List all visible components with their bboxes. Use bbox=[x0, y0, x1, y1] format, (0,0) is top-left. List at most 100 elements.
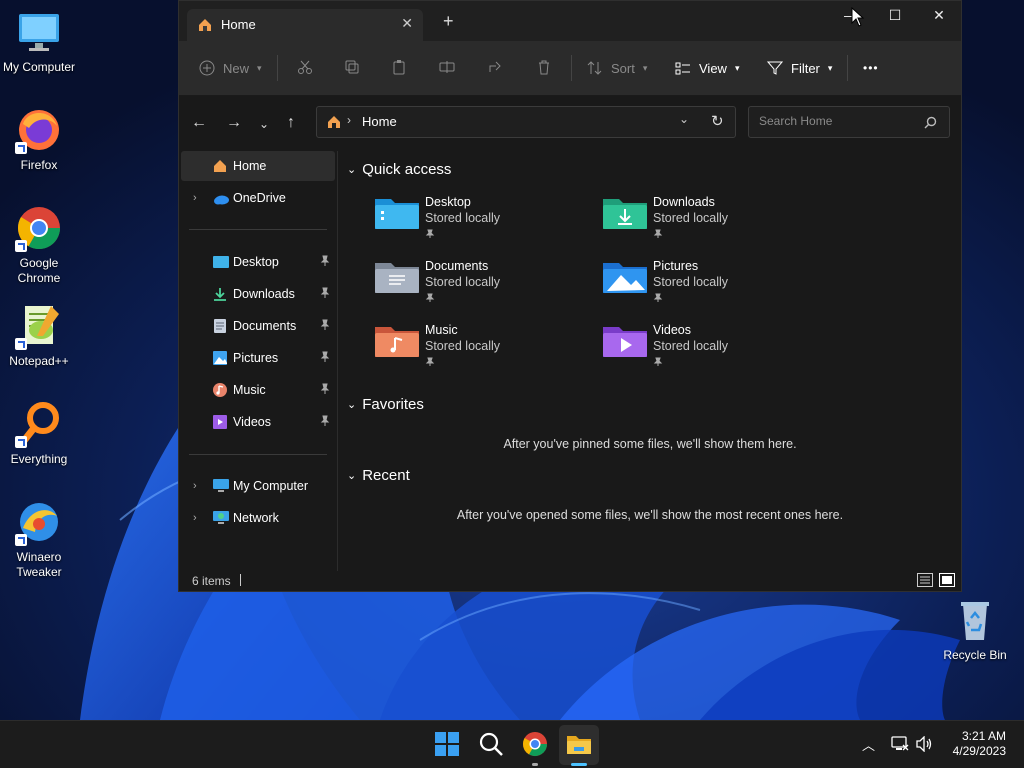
desktop-icon-notepad-plus-plus[interactable]: Notepad++ bbox=[0, 302, 78, 369]
cut-icon[interactable] bbox=[297, 59, 313, 77]
folder-status: Stored locally bbox=[653, 339, 729, 353]
favorites-empty-message: After you've pinned some files, we'll sh… bbox=[503, 437, 797, 451]
sidebar-item-home[interactable]: Home bbox=[181, 151, 335, 181]
search-icon bbox=[924, 116, 937, 129]
chevron-right-icon[interactable]: › bbox=[193, 192, 197, 204]
folder-name: Documents bbox=[425, 259, 489, 273]
start-windows-icon[interactable] bbox=[433, 730, 461, 758]
refresh-icon[interactable]: ↻ bbox=[711, 112, 724, 130]
desktop-icon-label: My Computer bbox=[2, 60, 76, 74]
chevron-down-icon: ⌄ bbox=[347, 164, 357, 176]
sidebar-item-my-computer[interactable]: › My Computer bbox=[181, 471, 335, 501]
more-options-button[interactable]: ••• bbox=[863, 59, 879, 77]
new-tab-button[interactable]: + bbox=[443, 12, 454, 30]
tiles-view-icon[interactable] bbox=[939, 573, 955, 587]
desktop-icon-label: Notepad++ bbox=[9, 354, 69, 368]
file-explorer-window: Home ✕ + — ☐ ✕ New ▾ Sort ▾ View ▾ Filte… bbox=[178, 0, 962, 592]
pin-icon[interactable] bbox=[319, 383, 331, 395]
quick-access-item-pictures[interactable]: Pictures Stored locally bbox=[603, 259, 823, 319]
sidebar-item-music[interactable]: Music bbox=[181, 375, 335, 405]
quick-access-item-videos[interactable]: Videos Stored locally bbox=[603, 323, 823, 383]
rename-icon[interactable] bbox=[439, 59, 455, 77]
copy-icon[interactable] bbox=[344, 59, 360, 77]
recent-empty-message: After you've opened some files, we'll sh… bbox=[456, 508, 844, 522]
desktop-icon-recycle-bin[interactable]: Recycle Bin bbox=[936, 596, 1014, 663]
sidebar-item-desktop[interactable]: Desktop bbox=[181, 247, 335, 277]
view-button[interactable]: View ▾ bbox=[675, 59, 739, 77]
pin-icon[interactable] bbox=[319, 255, 331, 267]
mouse-cursor-icon bbox=[851, 7, 865, 27]
pin-icon bbox=[425, 229, 435, 238]
volume-icon[interactable] bbox=[916, 736, 934, 752]
desktop-folder-icon bbox=[213, 256, 229, 268]
sidebar-item-onedrive[interactable]: › OneDrive bbox=[181, 183, 335, 213]
folder-name: Downloads bbox=[653, 195, 715, 209]
pin-icon bbox=[653, 293, 663, 302]
details-view-icon[interactable] bbox=[917, 573, 933, 587]
search-input[interactable] bbox=[757, 113, 921, 129]
folder-name: Music bbox=[425, 323, 458, 337]
sidebar-item-pictures[interactable]: Pictures bbox=[181, 343, 335, 373]
file-explorer-taskbar-icon[interactable] bbox=[565, 730, 593, 758]
filter-button[interactable]: Filter ▾ bbox=[767, 59, 832, 77]
address-bar[interactable]: › Home ⌄ ↻ bbox=[316, 106, 736, 138]
chevron-right-icon[interactable]: › bbox=[193, 480, 197, 492]
navigation-pane: Home › OneDrive Desktop Downloads Docume… bbox=[179, 151, 338, 571]
pictures-folder-icon bbox=[603, 263, 647, 293]
sidebar-item-network[interactable]: › Network bbox=[181, 503, 335, 533]
quick-access-item-desktop[interactable]: Desktop Stored locally bbox=[375, 195, 595, 255]
show-hidden-icons-chevron-icon[interactable]: ︿ bbox=[862, 735, 875, 754]
desktop-icon-google-chrome[interactable]: Google Chrome bbox=[0, 204, 78, 286]
pin-icon[interactable] bbox=[319, 319, 331, 331]
recent-header[interactable]: ⌄ Recent bbox=[347, 467, 410, 484]
pin-icon[interactable] bbox=[319, 287, 331, 299]
sidebar-item-label: Network bbox=[233, 511, 279, 525]
chevron-down-icon: ▾ bbox=[827, 62, 833, 73]
document-icon bbox=[214, 319, 226, 333]
forward-arrow-icon[interactable]: → bbox=[226, 114, 242, 132]
quick-access-item-music[interactable]: Music Stored locally bbox=[375, 323, 595, 383]
sidebar-item-downloads[interactable]: Downloads bbox=[181, 279, 335, 309]
sidebar-item-documents[interactable]: Documents bbox=[181, 311, 335, 341]
sort-icon bbox=[587, 61, 602, 75]
folder-status: Stored locally bbox=[653, 275, 729, 289]
up-arrow-icon[interactable]: ↑ bbox=[287, 114, 295, 132]
navigation-bar: ← → ⌄ ↑ › Home ⌄ ↻ bbox=[179, 96, 961, 151]
delete-icon[interactable] bbox=[536, 59, 552, 77]
sort-button[interactable]: Sort ▾ bbox=[587, 59, 647, 77]
chevron-down-icon: ▾ bbox=[642, 62, 648, 73]
chevron-right-icon[interactable]: › bbox=[193, 512, 197, 524]
desktop-icon-firefox[interactable]: Firefox bbox=[0, 106, 78, 173]
sidebar-item-label: Pictures bbox=[233, 351, 279, 365]
close-button[interactable]: ✕ bbox=[919, 7, 959, 27]
network-status-icon[interactable] bbox=[891, 736, 909, 752]
pin-icon bbox=[653, 357, 663, 366]
back-arrow-icon[interactable]: ← bbox=[191, 114, 207, 132]
recent-locations-chevron-icon[interactable]: ⌄ bbox=[259, 117, 269, 131]
search-box[interactable] bbox=[748, 106, 950, 138]
close-tab-icon[interactable]: ✕ bbox=[401, 15, 413, 32]
maximize-button[interactable]: ☐ bbox=[875, 7, 915, 27]
sidebar-item-videos[interactable]: Videos bbox=[181, 407, 335, 437]
chrome-taskbar-icon[interactable] bbox=[521, 730, 549, 758]
desktop-icon-label: Google Chrome bbox=[17, 256, 61, 285]
new-button[interactable]: New ▾ bbox=[199, 59, 262, 77]
address-dropdown-icon[interactable]: ⌄ bbox=[679, 112, 689, 126]
desktop-icon-winaero-tweaker[interactable]: Winaero Tweaker bbox=[0, 498, 78, 580]
tab-home[interactable]: Home ✕ bbox=[187, 9, 423, 41]
quick-access-item-downloads[interactable]: Downloads Stored locally bbox=[603, 195, 823, 255]
section-title: Favorites bbox=[362, 396, 424, 413]
quick-access-item-documents[interactable]: Documents Stored locally bbox=[375, 259, 595, 319]
shortcut-arrow-icon bbox=[15, 338, 27, 350]
sidebar-item-label: Music bbox=[233, 383, 266, 397]
quick-access-header[interactable]: ⌄ Quick access bbox=[347, 161, 451, 178]
paste-icon[interactable] bbox=[391, 59, 407, 77]
favorites-header[interactable]: ⌄ Favorites bbox=[347, 396, 424, 413]
share-icon[interactable] bbox=[487, 59, 503, 77]
system-clock[interactable]: 3:21 AM 4/29/2023 bbox=[953, 729, 1006, 759]
desktop-icon-everything[interactable]: Everything bbox=[0, 400, 78, 467]
search-icon[interactable] bbox=[477, 730, 505, 758]
pin-icon[interactable] bbox=[319, 415, 331, 427]
desktop-icon-my-computer[interactable]: My Computer bbox=[0, 8, 78, 75]
pin-icon[interactable] bbox=[319, 351, 331, 363]
